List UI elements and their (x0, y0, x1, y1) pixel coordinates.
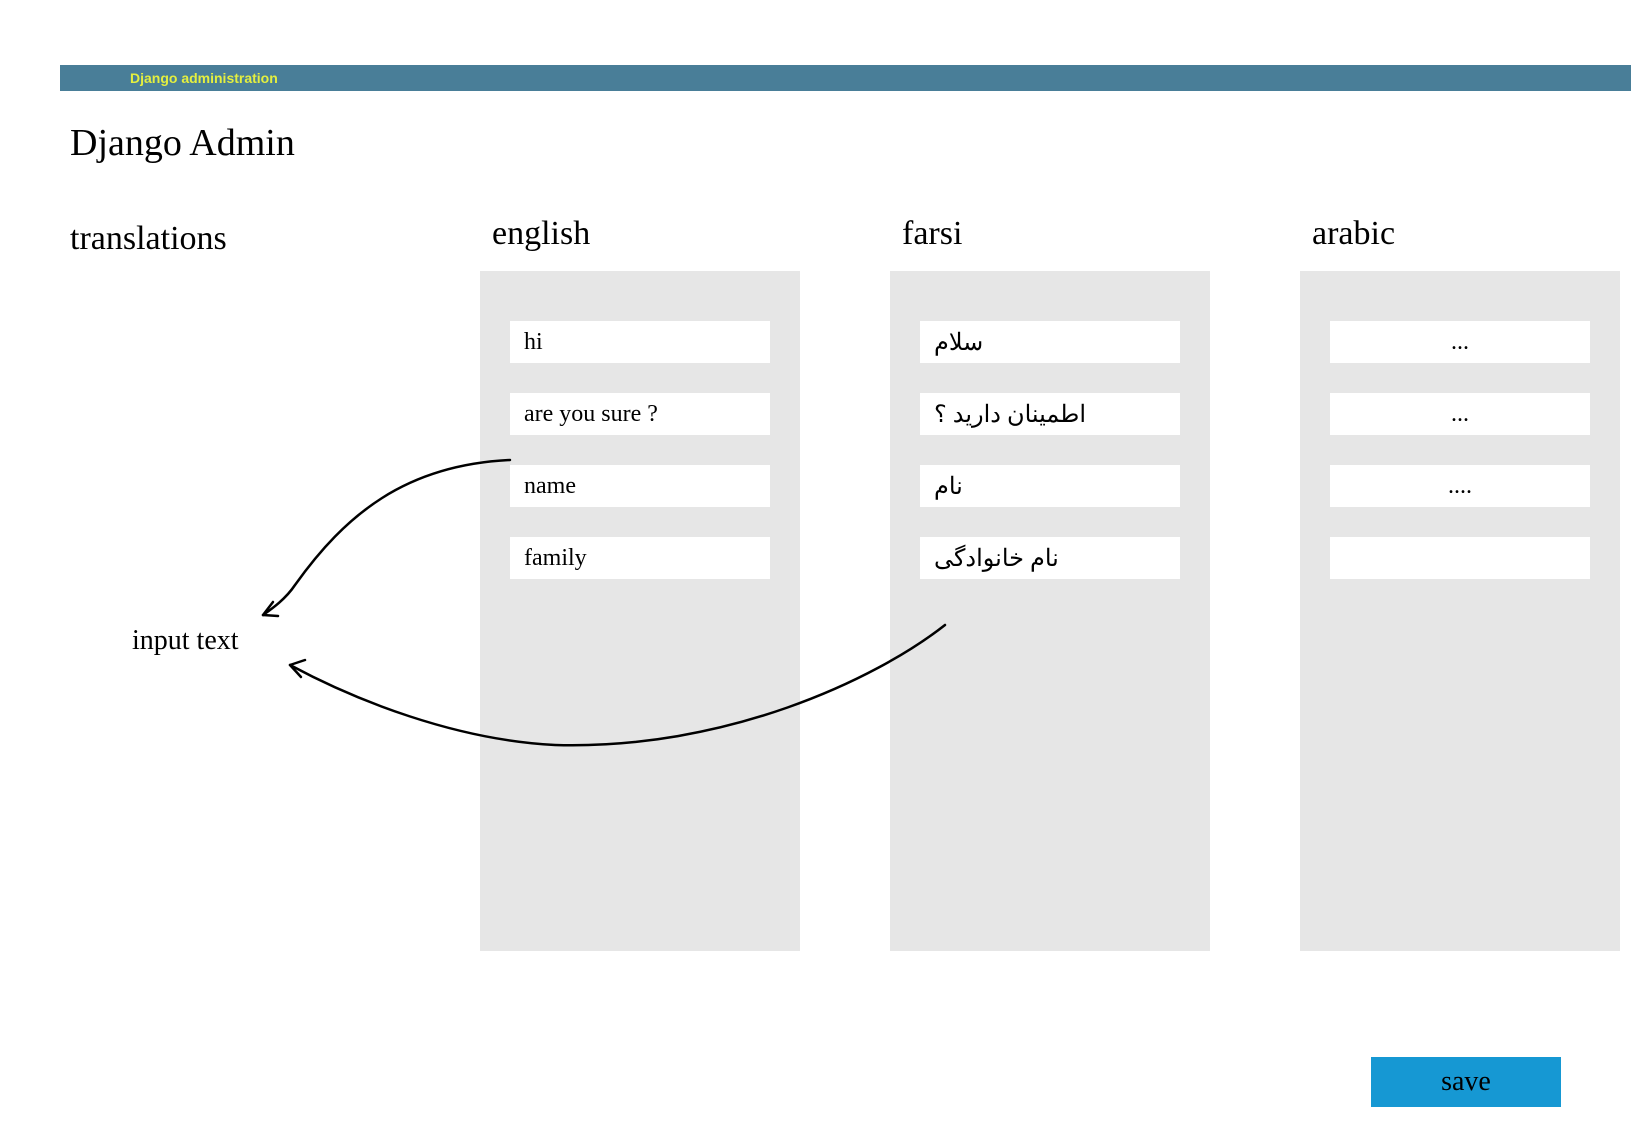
column-english: english (480, 215, 800, 951)
farsi-field-1[interactable] (920, 393, 1180, 435)
save-button-label: save (1441, 1066, 1491, 1098)
english-field-0[interactable] (510, 321, 770, 363)
column-farsi: farsi (890, 215, 1210, 951)
arabic-field-3[interactable] (1330, 537, 1590, 579)
admin-brand: Django administration (130, 70, 278, 86)
english-field-1[interactable] (510, 393, 770, 435)
english-field-2[interactable] (510, 465, 770, 507)
section-label: translations (70, 215, 480, 951)
column-header-arabic: arabic (1300, 215, 1620, 253)
column-box-english (480, 271, 800, 951)
page-title: Django Admin (70, 121, 1631, 165)
column-box-farsi (890, 271, 1210, 951)
farsi-field-0[interactable] (920, 321, 1180, 363)
arabic-field-2[interactable] (1330, 465, 1590, 507)
farsi-field-3[interactable] (920, 537, 1180, 579)
arabic-field-1[interactable] (1330, 393, 1590, 435)
arabic-field-0[interactable] (1330, 321, 1590, 363)
column-header-farsi: farsi (890, 215, 1210, 253)
farsi-field-2[interactable] (920, 465, 1180, 507)
save-button[interactable]: save (1371, 1057, 1561, 1107)
column-header-english: english (480, 215, 800, 253)
column-box-arabic (1300, 271, 1620, 951)
annotation-input-text: input text (132, 625, 239, 657)
column-arabic: arabic (1300, 215, 1620, 951)
english-field-3[interactable] (510, 537, 770, 579)
admin-header-bar: Django administration (60, 65, 1631, 91)
